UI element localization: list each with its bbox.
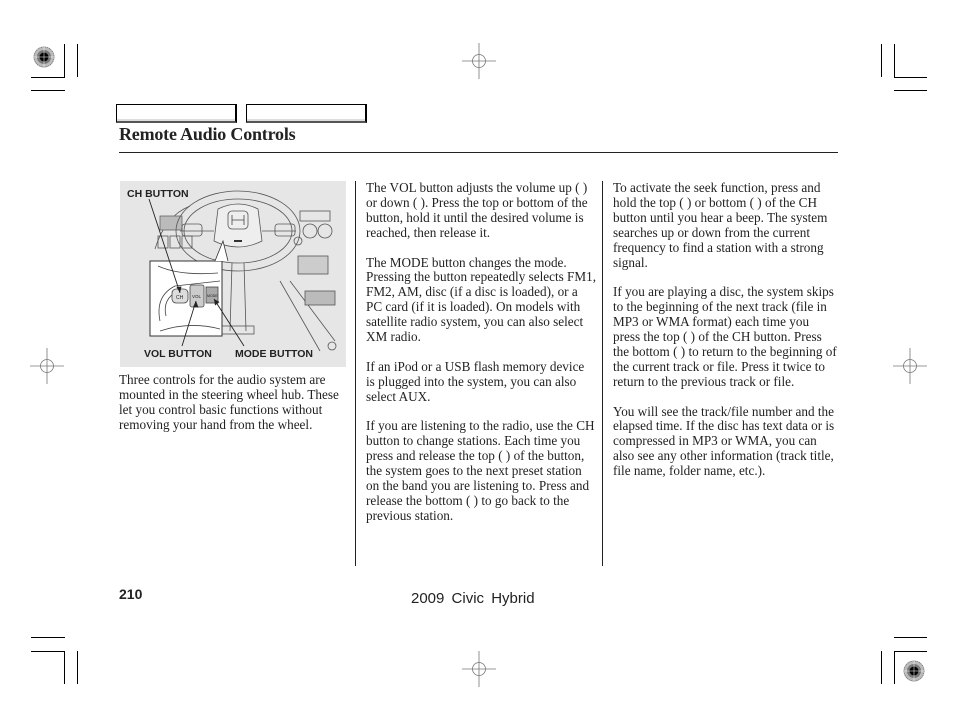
crosshair-icon-right [893, 348, 927, 384]
ch-paragraph: If you are listening to the radio, use t… [366, 418, 595, 523]
title-rule [119, 152, 838, 153]
mode-paragraph: The MODE button changes the mode. Pressi… [366, 254, 597, 345]
page-number: 210 [119, 586, 143, 602]
crosshair-icon-top [462, 43, 496, 79]
vol-button-label: VOL BUTTON [144, 348, 212, 360]
middle-column: The VOL button adjusts the volume up ( )… [366, 180, 597, 539]
crosshair-icon-left [30, 348, 64, 384]
mode-button-glyph: MODE [207, 294, 218, 298]
crosshair-icon-bottom [462, 651, 496, 687]
steering-wheel-illustration: CH VOL MODE CH BUTTON VOL BUTTON MODE BU… [120, 181, 346, 367]
vol-button-glyph: VOL [192, 294, 202, 299]
disc-skip-paragraph: If you are playing a disc, the system sk… [613, 284, 837, 389]
track-info-paragraph: You will see the track/file number and t… [613, 403, 835, 479]
right-column: To activate the seek function, press and… [613, 180, 839, 494]
registration-target-icon [903, 660, 925, 682]
ch-button-label: CH BUTTON [127, 188, 189, 200]
aux-paragraph: If an iPod or a USB flash memory device … [366, 358, 585, 404]
seek-paragraph: To activate the seek function, press and… [613, 180, 828, 270]
ch-button-glyph: CH [176, 295, 184, 301]
section-tab-1[interactable] [116, 104, 237, 123]
vol-paragraph: The VOL button adjusts the volume up ( )… [366, 180, 588, 240]
page-title: Remote Audio Controls [119, 124, 296, 144]
column-divider-2 [602, 181, 603, 566]
column-divider-1 [355, 181, 356, 566]
steering-wheel-drawing: CH VOL MODE [148, 190, 337, 352]
section-tab-2[interactable] [246, 104, 367, 123]
registration-target-icon [33, 46, 55, 68]
intro-paragraph: Three controls for the audio system are … [119, 372, 339, 432]
mode-button-label: MODE BUTTON [235, 348, 313, 360]
book-title: 2009 Civic Hybrid [411, 590, 535, 607]
left-column: Three controls for the audio system are … [119, 372, 347, 448]
